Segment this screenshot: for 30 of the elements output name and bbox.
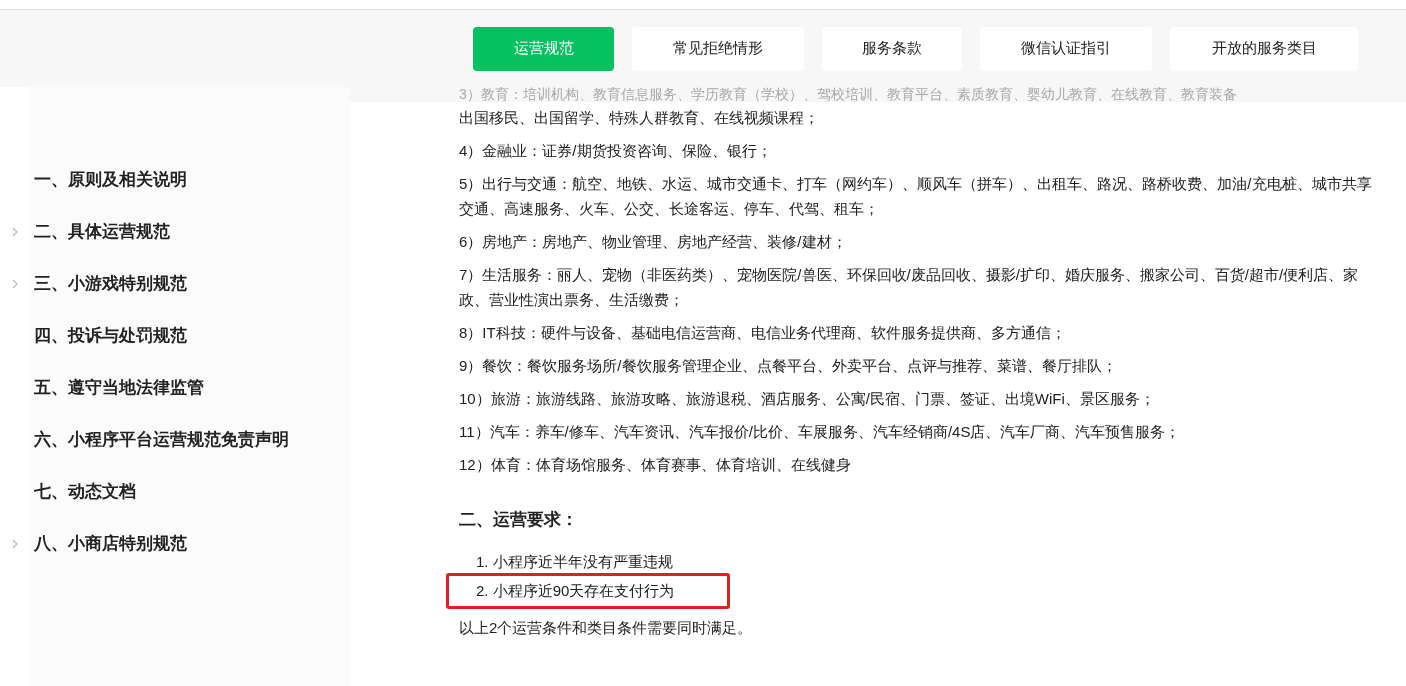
sidebar-item[interactable]: 五、遵守当地法律监管 (34, 375, 204, 401)
nav-tab[interactable]: 服务条款 (822, 26, 962, 71)
paragraph: 11）汽车：养车/修车、汽车资讯、汽车报价/比价、车展服务、汽车经销商/4S店、汽车厂商、汽车预售服务； (459, 422, 1182, 442)
chevron-right-icon[interactable] (12, 279, 18, 289)
note-text: 以上2个运营条件和类目条件需要同时满足。 (459, 617, 754, 638)
paragraph: 12）体育：体育场馆服务、体育赛事、体育培训、在线健身 (459, 455, 852, 475)
faded-text: 3）教育：培训机构、教育信息服务、学历教育（学校）、驾校培训、教育平台、素质教育、婴幼儿教育、在线教育、教育装备 (459, 87, 1237, 102)
sidebar-item[interactable]: 一、原则及相关说明 (34, 167, 187, 193)
sidebar-item[interactable]: 八、小商店特别规范 (34, 531, 187, 557)
paragraph: 出国移民、出国留学、特殊人群教育、在线视频课程； (459, 108, 820, 128)
paragraph: 10）旅游：旅游线路、旅游攻略、旅游退税、酒店服务、公寓/民宿、门票、签证、出境WiFi、景区服务； (459, 389, 1156, 409)
paragraph: 8）IT科技：硬件与设备、基础电信运营商、电信业务代理商、软件服务提供商、多方通信； (459, 323, 1067, 343)
sidebar-item[interactable]: 三、小游戏特别规范 (34, 271, 187, 297)
sidebar-item[interactable]: 七、动态文档 (34, 479, 136, 505)
nav-tab[interactable]: 微信认证指引 (980, 26, 1152, 71)
paragraph: 9）餐饮：餐饮服务场所/餐饮服务管理企业、点餐平台、外卖平台、点评与推荐、菜谱、餐厅排队； (459, 356, 1118, 376)
requirement-item: 2. 小程序近90天存在支付行为 (446, 572, 730, 609)
sidebar-item[interactable]: 二、具体运营规范 (34, 219, 170, 245)
nav-tab[interactable]: 常见拒绝情形 (632, 26, 804, 71)
chevron-right-icon[interactable] (12, 539, 18, 549)
requirement-item: 1. 小程序近半年没有严重违规 (475, 551, 674, 572)
nav-tab[interactable]: 开放的服务类目 (1170, 26, 1358, 71)
section-heading: 二、运营要求： (459, 509, 579, 531)
paragraph: 5）出行与交通：航空、地铁、水运、城市交通卡、打车（网约车）、顺风车（拼车）、出租车、路况、路桥收费、加油/充电桩、城市共享交通、高速服务、火车、公交、长途客运、停车、代驾、租车； (459, 174, 1373, 219)
chevron-right-icon[interactable] (12, 227, 18, 237)
paragraph: 6）房地产：房地产、物业管理、房地产经营、装修/建材； (459, 232, 848, 252)
paragraph: 4）金融业：证券/期货投资咨询、保险、银行； (459, 141, 773, 161)
sidebar-item[interactable]: 六、小程序平台运营规范免责声明 (34, 427, 289, 453)
sidebar-item[interactable]: 四、投诉与处罚规范 (34, 323, 187, 349)
paragraph: 7）生活服务：丽人、宠物（非医药类）、宠物医院/兽医、环保回收/废品回收、摄影/扩印、婚庆服务、搬家公司、百货/超市/便利店、家政、营业性演出票务、生活缴费； (459, 265, 1360, 310)
